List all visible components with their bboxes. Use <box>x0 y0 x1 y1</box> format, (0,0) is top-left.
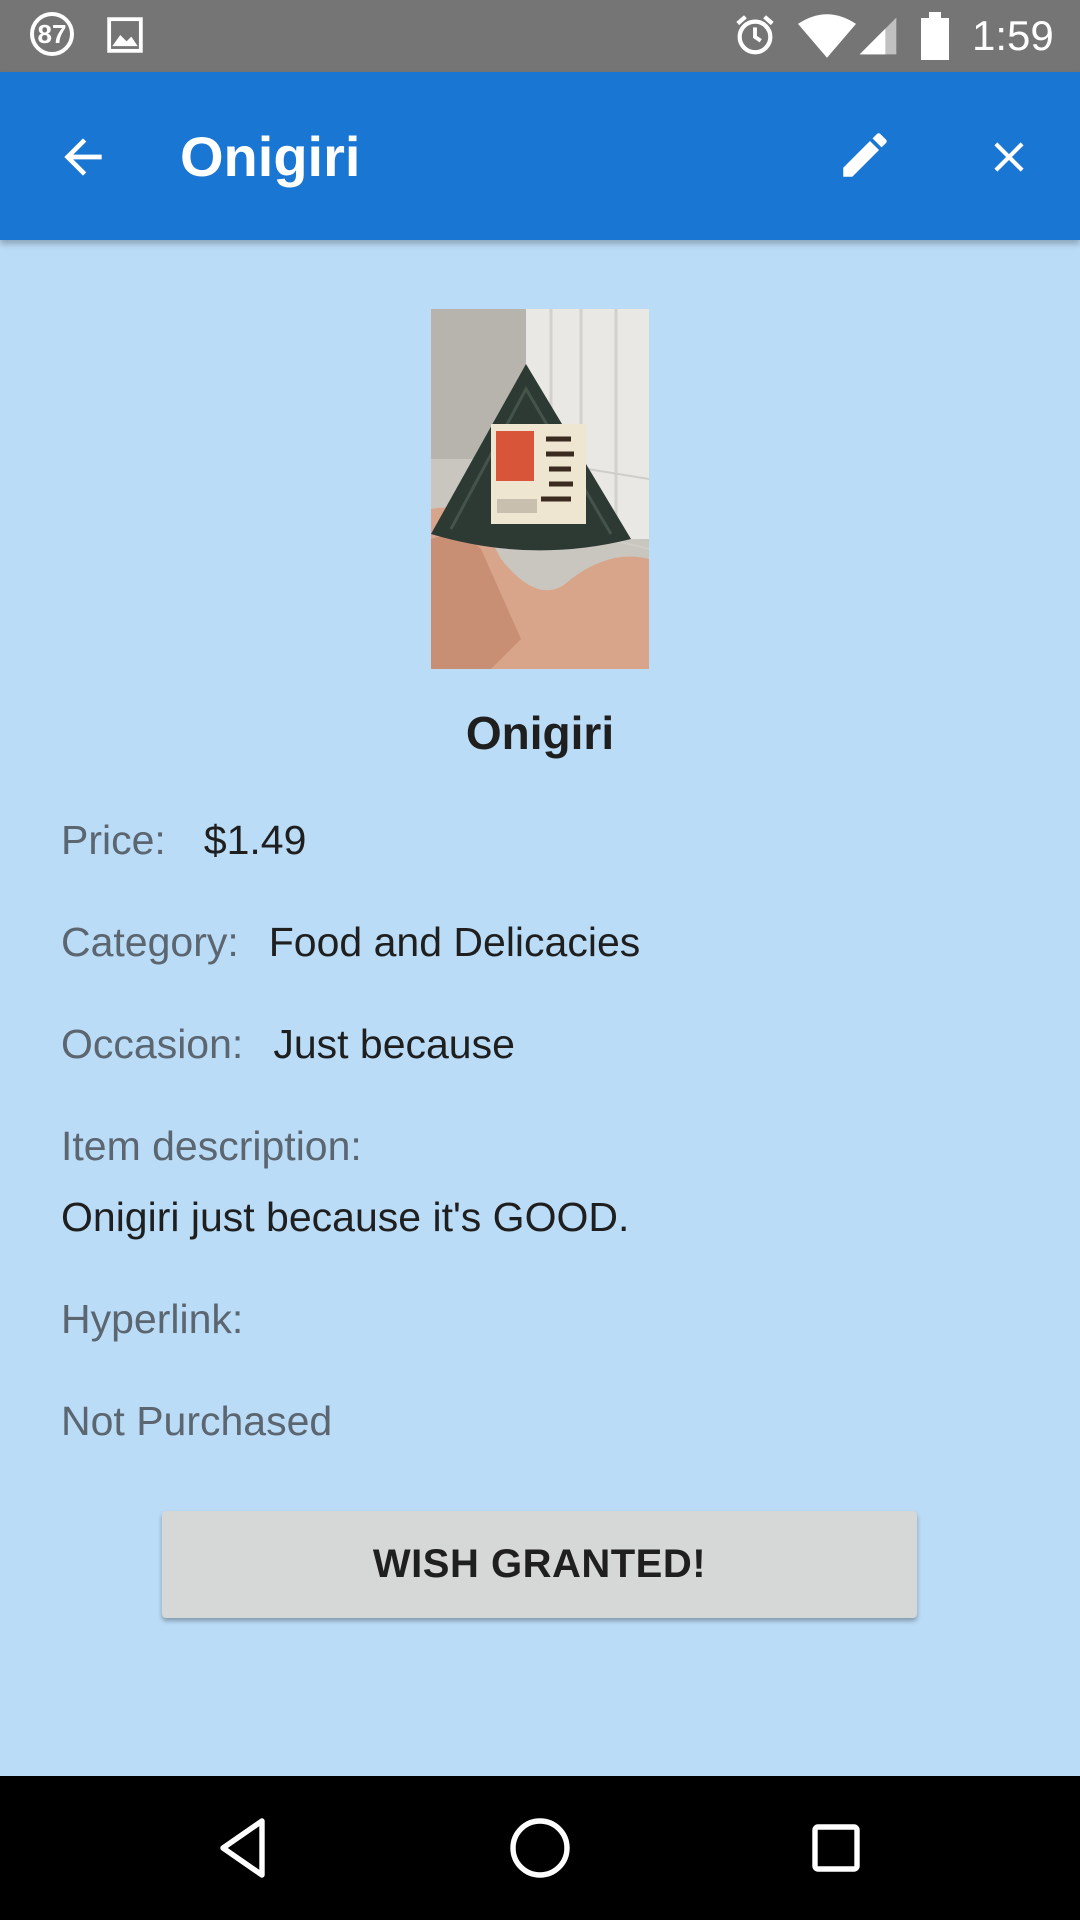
nav-back-button[interactable] <box>208 1812 280 1884</box>
item-name: Onigiri <box>465 707 615 759</box>
item-photo[interactable] <box>431 309 649 669</box>
nav-recents-button[interactable] <box>800 1812 872 1884</box>
purchase-status: Not Purchased <box>61 1398 333 1444</box>
nav-back-icon <box>220 1818 265 1878</box>
category-label: Category: <box>61 919 239 965</box>
price-label: Price: <box>61 817 166 863</box>
close-button[interactable] <box>976 124 1042 190</box>
description-label: Item description: <box>61 1123 362 1169</box>
gallery-icon <box>107 17 143 53</box>
pencil-icon <box>843 133 887 177</box>
edit-button[interactable] <box>832 122 898 188</box>
wish-granted-button[interactable]: WISH GRANTED! <box>162 1511 917 1618</box>
category-row: Category: Food and Delicacies <box>61 914 640 970</box>
occasion-value: Just because <box>273 1021 515 1067</box>
notification-count-badge: 87 <box>30 12 74 56</box>
back-button[interactable] <box>50 124 116 190</box>
battery-icon <box>921 12 949 60</box>
description-value: Onigiri just because it's GOOD. <box>61 1194 630 1240</box>
page-title: Onigiri <box>180 125 361 188</box>
nav-home-button[interactable] <box>504 1812 576 1884</box>
price-row: Price: $1.49 <box>61 812 306 868</box>
back-arrow-icon <box>64 138 102 176</box>
hyperlink-label: Hyperlink: <box>61 1296 244 1342</box>
occasion-label: Occasion: <box>61 1021 244 1067</box>
status-time: 1:59 <box>972 12 1054 59</box>
app-bar: Onigiri <box>0 72 1080 240</box>
close-icon <box>994 142 1024 172</box>
category-value: Food and Delicacies <box>268 919 641 965</box>
onigiri-photo-image <box>431 309 649 669</box>
occasion-row: Occasion: Just because <box>61 1016 515 1072</box>
nav-home-icon <box>510 1818 570 1878</box>
price-value: $1.49 <box>203 817 307 863</box>
nav-recents-icon <box>812 1824 860 1872</box>
alarm-icon <box>736 15 774 55</box>
signal-icon <box>859 17 897 55</box>
system-nav-bar <box>0 1776 1080 1920</box>
status-bar: 87 1:59 <box>0 0 1080 72</box>
wifi-icon <box>798 14 856 58</box>
